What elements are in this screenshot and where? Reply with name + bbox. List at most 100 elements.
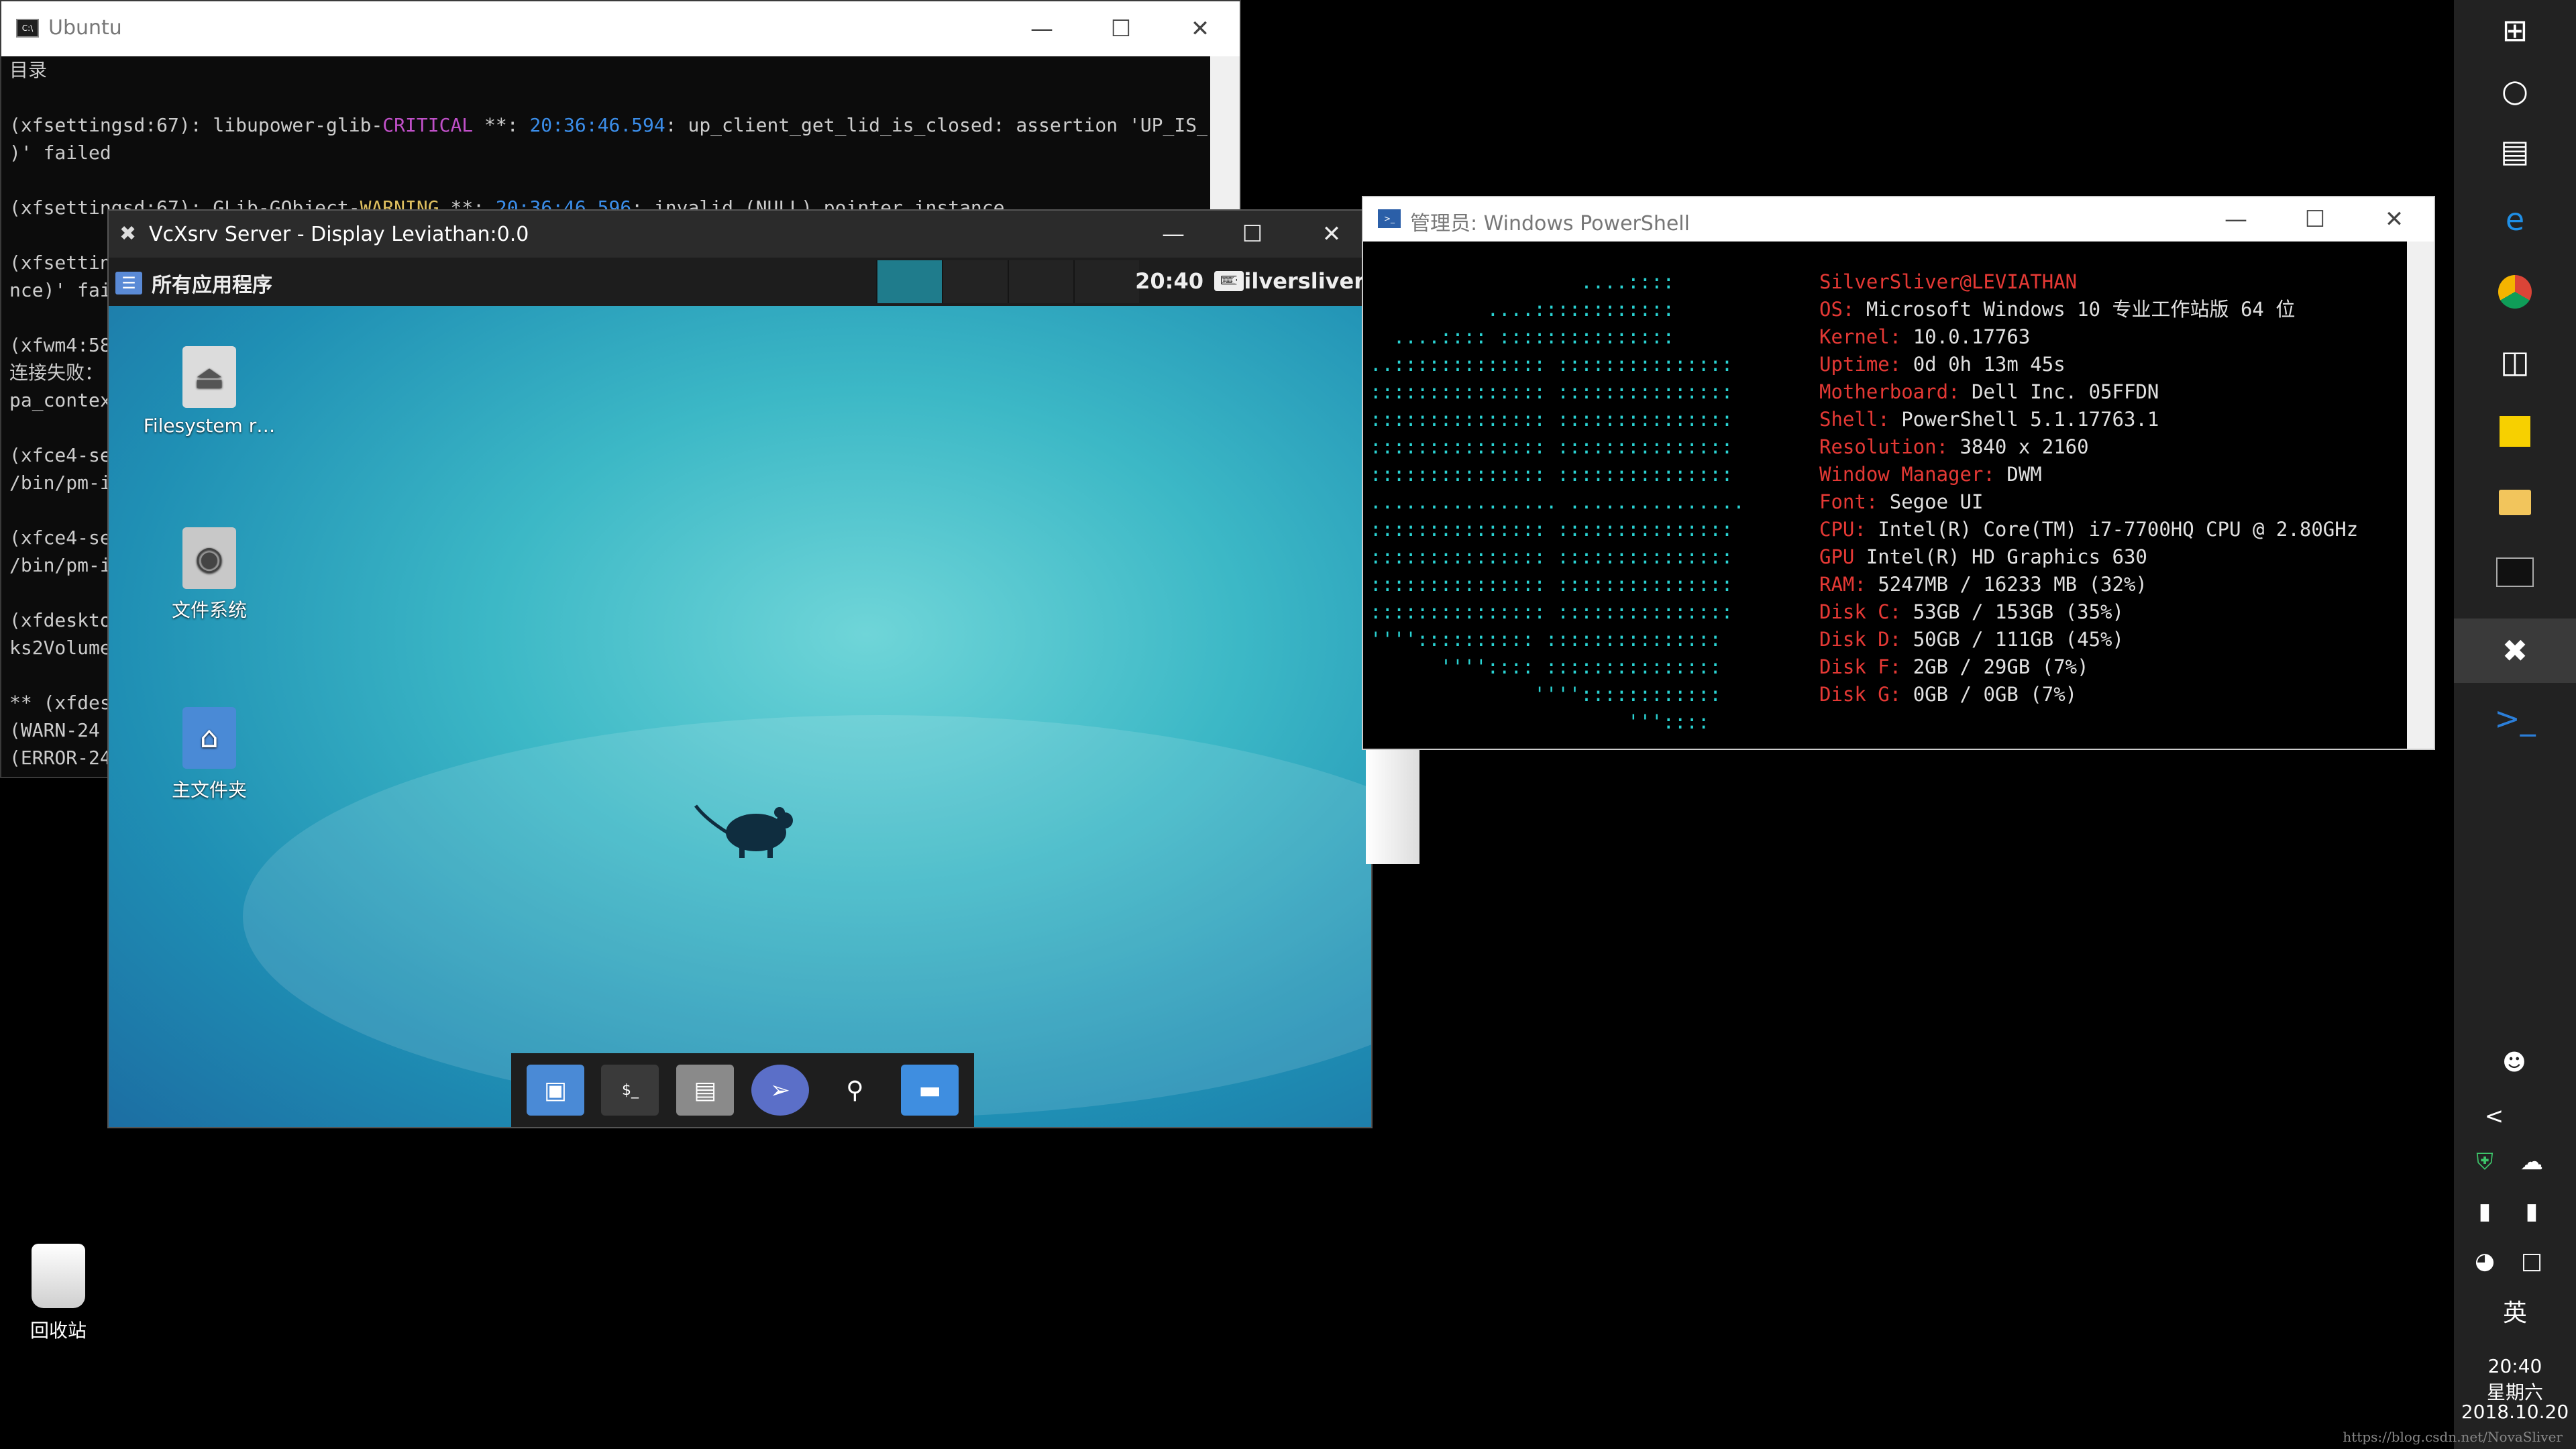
system-info-row: Motherboard: Dell Inc. 05FFDN	[1819, 380, 2159, 403]
system-info-row: Resolution: 3840 x 2160	[1819, 435, 2089, 458]
chevron-up-icon[interactable]: <	[2474, 1096, 2514, 1136]
drive-icon: ◉	[182, 527, 236, 589]
ascii-art-line: ::::::::::::::: :::::::::::::::	[1370, 408, 1733, 431]
powershell-title: 管理员: Windows PowerShell	[1410, 212, 1690, 235]
system-info-row: Shell: PowerShell 5.1.17763.1	[1819, 408, 2159, 431]
panel-clock[interactable]: 20:40	[1135, 268, 1203, 294]
workspace-3[interactable]	[1008, 260, 1073, 303]
close-icon[interactable]: ✕	[1161, 1, 1240, 56]
background-window-fragment	[1366, 746, 1419, 864]
vcxsrv-titlebar[interactable]: ✖ VcXsrv Server - Display Leviathan:0.0 …	[109, 211, 1371, 258]
defender-shield-icon[interactable]: ⛨	[2465, 1142, 2505, 1182]
vcxsrv-window[interactable]: ✖ VcXsrv Server - Display Leviathan:0.0 …	[107, 209, 1373, 1128]
powershell-titlebar[interactable]: >_ 管理员: Windows PowerShell — ☐ ✕	[1363, 197, 2434, 241]
desktop-icon-filesystem-removable[interactable]: ⏏ Filesystem r…	[136, 346, 283, 437]
maximize-icon[interactable]: ☐	[2275, 197, 2355, 241]
web-browser-icon[interactable]: ➢	[751, 1065, 809, 1116]
ascii-art-line: ................ ...............	[1370, 490, 1745, 513]
store-icon[interactable]: ◫	[2487, 334, 2542, 389]
usb-icon[interactable]: ▮	[2465, 1191, 2505, 1232]
workspace-4[interactable]	[1073, 260, 1139, 303]
cortana-icon[interactable]: ○	[2487, 63, 2542, 118]
ascii-art-line: ::::::::::::::: :::::::::::::::	[1370, 600, 1733, 623]
workspace-1[interactable]	[876, 260, 942, 303]
workspace-2[interactable]	[942, 260, 1008, 303]
ascii-art-line: '''':::::::::: :::::::::::::::	[1370, 628, 1721, 651]
powershell-window[interactable]: >_ 管理员: Windows PowerShell — ☐ ✕ ....:::…	[1362, 196, 2435, 750]
action-center-icon[interactable]: □	[2512, 1241, 2552, 1281]
desktop-icon-label: 主文件夹	[171, 779, 247, 801]
recycle-bin-label: 回收站	[30, 1320, 87, 1342]
wifi-icon[interactable]: ◕	[2465, 1241, 2505, 1281]
start-windows-icon[interactable]: ⊞	[2487, 3, 2542, 58]
minimize-icon[interactable]: —	[1002, 1, 1081, 56]
close-icon[interactable]: ✕	[1292, 211, 1371, 258]
home-folder-icon: ⌂	[182, 707, 236, 769]
system-info-row: OS: Microsoft Windows 10 专业工作站版 64 位	[1819, 298, 2296, 321]
ascii-art-line: ..::::::::::::: :::::::::::::::	[1370, 353, 1733, 376]
ascii-art-line: ::::::::::::::: :::::::::::::::	[1370, 573, 1733, 596]
close-icon[interactable]: ✕	[2355, 197, 2434, 241]
system-info-row: GPU Intel(R) HD Graphics 630	[1819, 545, 2147, 568]
console-line: (xfsettingsd:67): libupower-glib-CRITICA…	[9, 114, 1208, 136]
ascii-art-line: ::::::::::::::: :::::::::::::::	[1370, 380, 1733, 403]
taskbar-time[interactable]: 20:40	[2454, 1355, 2576, 1377]
file-explorer-icon[interactable]	[2487, 475, 2542, 530]
system-info-row: RAM: 5247MB / 16233 MB (32%)	[1819, 573, 2147, 596]
task-view-icon[interactable]: ▤	[2487, 123, 2542, 178]
xfce-desktop[interactable]: ⏏ Filesystem r… ◉ 文件系统 ⌂ 主文件夹 ▣ $_ ▤ ➢ ⚲…	[109, 306, 1371, 1127]
xfce-mouse-logo	[692, 792, 806, 866]
people-icon[interactable]: ☻	[2494, 1042, 2534, 1083]
desktop-icon-home[interactable]: ⌂ 主文件夹	[136, 707, 283, 802]
watermark: https://blog.csdn.net/NovaSliver	[2343, 1429, 2563, 1445]
ascii-art-line: ....::::::::::::	[1370, 298, 1674, 321]
applications-menu-button[interactable]: ☰ 所有应用程序	[115, 268, 272, 298]
minimize-icon[interactable]: —	[1134, 211, 1213, 258]
command-prompt-icon[interactable]	[2487, 545, 2542, 600]
eject-icon: ⏏	[182, 346, 236, 408]
console-app-icon: C:\	[16, 19, 39, 38]
powershell-taskbar-icon[interactable]: >_	[2487, 691, 2542, 746]
powershell-output[interactable]: ....:::: ....:::::::::::: ....:::: :::::…	[1370, 268, 2400, 749]
xfce-top-panel: ☰ 所有应用程序 20:40 ⌨ silversliver	[109, 258, 1371, 306]
ascii-art-line: ::::::::::::::: :::::::::::::::	[1370, 463, 1733, 486]
taskbar-date[interactable]: 2018.10.20	[2454, 1401, 2576, 1423]
app-finder-search-icon[interactable]: ⚲	[826, 1065, 883, 1116]
ubuntu-titlebar[interactable]: C:\ Ubuntu — ☐ ✕	[1, 1, 1240, 56]
onedrive-icon[interactable]: ☁	[2512, 1142, 2552, 1182]
powershell-app-icon: >_	[1378, 209, 1401, 228]
windows-logo-ascii-art: ....:::: ....:::::::::::: ....:::: :::::…	[1370, 268, 1745, 736]
desktop-icon-filesystem[interactable]: ◉ 文件系统	[136, 527, 283, 623]
console-line: 目录	[9, 59, 48, 81]
ascii-art-line: ::::::::::::::: :::::::::::::::	[1370, 435, 1733, 458]
ime-indicator[interactable]: 英	[2454, 1293, 2576, 1328]
battery-icon[interactable]: ▮	[2512, 1191, 2552, 1232]
menu-icon: ☰	[115, 272, 142, 294]
terminal-icon[interactable]: $_	[601, 1065, 659, 1116]
system-info-row: Font: Segoe UI	[1819, 490, 1984, 513]
powershell-scrollbar[interactable]	[2407, 241, 2434, 749]
ascii-art-line: '''':::: :::::::::::::::	[1370, 655, 1721, 678]
xfce-dock: ▣ $_ ▤ ➢ ⚲ ▬	[511, 1053, 974, 1127]
show-desktop-icon[interactable]: ▣	[526, 1065, 584, 1116]
system-info-row: Disk G: 0GB / 0GB (7%)	[1819, 683, 2078, 706]
file-manager-icon[interactable]: ▤	[676, 1065, 735, 1116]
system-info-list: SilverSliver@LEVIATHAN OS: Microsoft Wind…	[1819, 268, 2358, 708]
desktop-icon-recycle-bin[interactable]: 回收站	[15, 1244, 102, 1343]
folder-icon[interactable]: ▬	[901, 1065, 959, 1116]
maximize-icon[interactable]: ☐	[1081, 1, 1161, 56]
ascii-art-line: ....::::	[1370, 270, 1674, 293]
edge-icon[interactable]: e	[2487, 192, 2542, 247]
sticky-notes-icon[interactable]	[2487, 404, 2542, 459]
vcxsrv-taskbar-icon[interactable]: ✖	[2454, 619, 2576, 683]
vcxsrv-title: VcXsrv Server - Display Leviathan:0.0	[149, 223, 529, 246]
chrome-icon[interactable]	[2487, 264, 2542, 319]
maximize-icon[interactable]: ☐	[1213, 211, 1292, 258]
console-line: )' failed	[9, 142, 111, 164]
system-info-row: Disk C: 53GB / 153GB (35%)	[1819, 600, 2124, 623]
panel-user[interactable]: silversliver	[1231, 268, 1364, 294]
applications-menu-label: 所有应用程序	[152, 274, 272, 297]
minimize-icon[interactable]: —	[2196, 197, 2275, 241]
vcxsrv-app-icon: ✖	[119, 222, 137, 246]
desktop-icon-label: Filesystem r…	[143, 415, 276, 437]
